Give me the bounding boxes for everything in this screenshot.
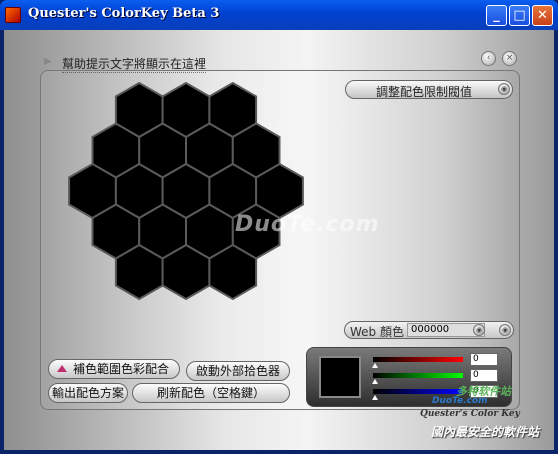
export-scheme-button[interactable]: 輸出配色方案 [48,383,128,403]
minimize-button[interactable]: _ [486,5,507,26]
app-icon[interactable] [5,7,21,23]
web-color-row: Web 顏色 000000 ◉ ◉ [344,321,514,339]
complementary-range-label: 補色範圍色彩配合 [72,362,169,376]
adjust-limit-button[interactable]: 調整配色限制閥值 ◉ [345,80,513,99]
blue-slider[interactable] [373,389,463,394]
red-value-input[interactable]: 0 [470,353,498,366]
launch-picker-button[interactable]: 啟動外部拾色器 [186,361,290,381]
color-swatch [319,356,361,398]
web-color-label: Web 顏色 [350,325,404,339]
red-slider-thumb[interactable] [372,363,378,368]
adjust-limit-label: 調整配色限制閥值 [376,85,473,99]
watermark-center: DuoTe.com [235,212,380,237]
complementary-range-button[interactable]: 補色範圍色彩配合 [48,359,180,379]
play-icon: ▶ [44,56,52,67]
triangle-icon [57,365,67,372]
app-window: Quester's ColorKey Beta 3 _ □ ✕ ▶ 幫助提示文字… [0,0,558,454]
blue-slider-thumb[interactable] [372,395,378,400]
maximize-button[interactable]: □ [509,5,530,26]
copy-icon[interactable]: ◉ [473,324,485,336]
close-circle-icon[interactable]: × [502,51,517,66]
green-slider-thumb[interactable] [372,379,378,384]
app-signature: Quester's Color Key [420,409,520,419]
apply-icon[interactable]: ◉ [499,324,511,336]
hex-color-grid [68,82,304,301]
watermark-corner-site: DuoTe.com [432,396,488,406]
knob-icon: ◉ [498,83,510,95]
prev-icon[interactable]: ‹ [481,51,496,66]
green-slider[interactable] [373,373,463,378]
red-slider[interactable] [373,357,463,362]
green-value-input[interactable]: 0 [470,369,498,382]
close-button[interactable]: ✕ [532,5,553,26]
window-title: Quester's ColorKey Beta 3 [28,6,220,21]
watermark-bottom: 國內最安全的軟件站 [431,425,540,439]
title-bar[interactable]: Quester's ColorKey Beta 3 _ □ ✕ [0,0,558,30]
refresh-scheme-button[interactable]: 刷新配色（空格鍵） [132,383,290,403]
